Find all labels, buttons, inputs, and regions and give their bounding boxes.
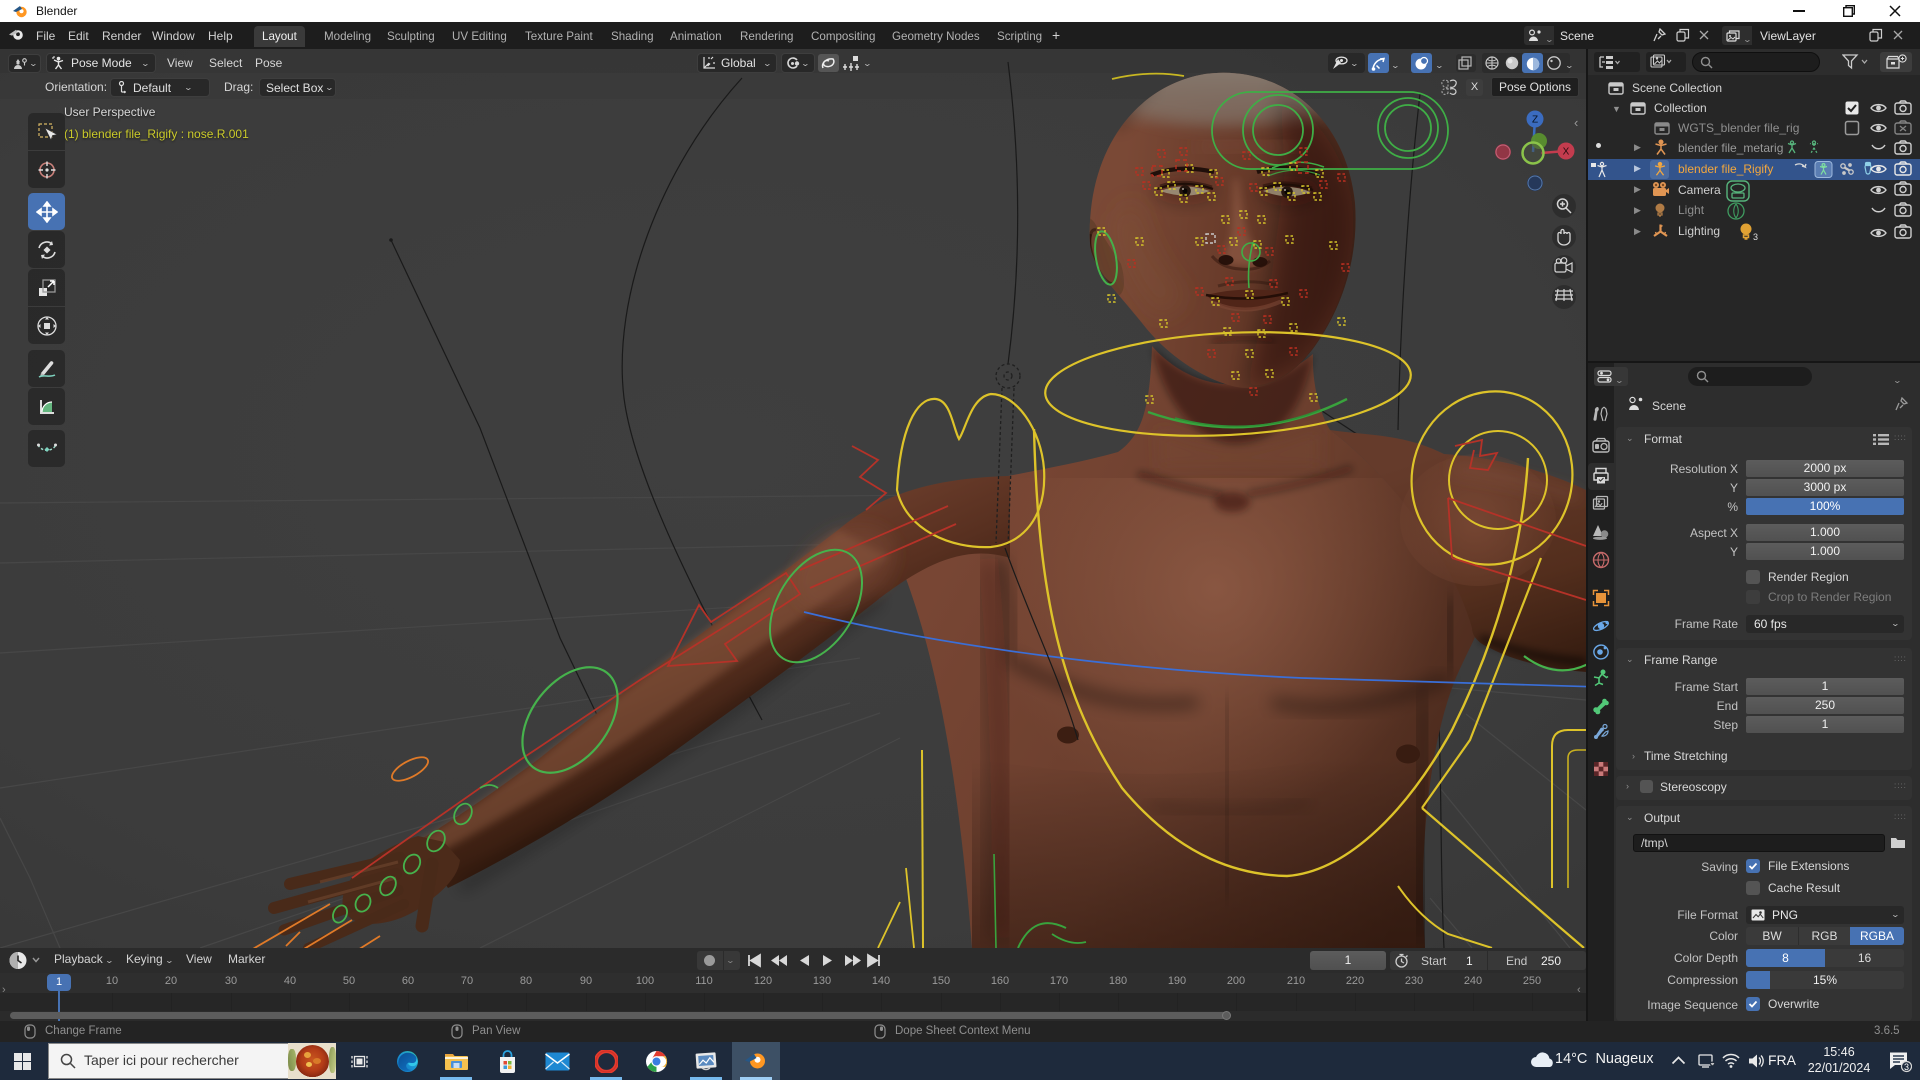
svg-text:3: 3: [1753, 232, 1758, 242]
svg-text:X: X: [1563, 147, 1570, 158]
svg-text:Z: Z: [1532, 115, 1538, 126]
svg-text:3: 3: [1904, 1062, 1909, 1072]
